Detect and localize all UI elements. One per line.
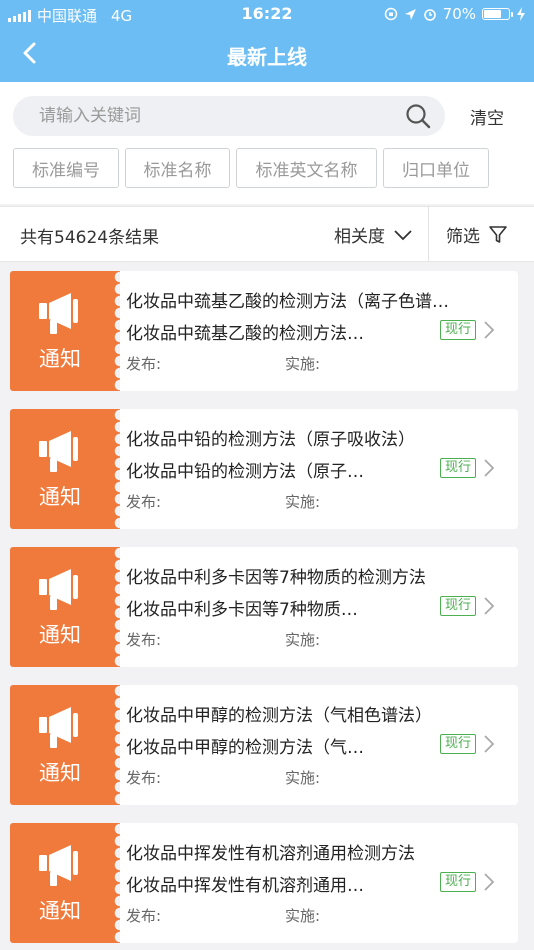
ticket-perforation — [110, 271, 120, 391]
item-subtitle: 化妆品中铅的检测方法（原子… — [126, 462, 364, 482]
notice-tag-label: 通知 — [39, 485, 81, 509]
chevron-right-icon — [484, 321, 495, 339]
notice-tag: 通知 — [10, 409, 110, 529]
search-box — [13, 96, 445, 136]
card-body: 化妆品中利多卡因等7种物质的检测方法 化妆品中利多卡因等7种物质… 现行 发布:… — [120, 547, 518, 667]
notice-tag-label: 通知 — [39, 899, 81, 923]
chevron-right-icon — [484, 459, 495, 477]
notice-tag: 通知 — [10, 271, 110, 391]
filter-button[interactable]: 筛选 — [446, 222, 508, 247]
card-body: 化妆品中铅的检测方法（原子吸收法） 化妆品中铅的检测方法（原子… 现行 发布: … — [120, 409, 518, 529]
item-title: 化妆品中利多卡因等7种物质的检测方法 — [126, 568, 426, 588]
status-bar: 中国联通 4G 16:22 70% — [0, 0, 534, 28]
filter-chip-standard-name[interactable]: 标准名称 — [125, 148, 230, 188]
list-item[interactable]: 通知 化妆品中利多卡因等7种物质的检测方法 化妆品中利多卡因等7种物质… 现行 … — [10, 547, 518, 667]
megaphone-icon — [39, 293, 78, 334]
implement-label: 实施: — [285, 769, 321, 787]
implement-label: 实施: — [285, 493, 321, 511]
charging-icon — [517, 7, 525, 21]
result-count: 共有54624条结果 — [20, 228, 160, 248]
chevron-right-icon — [484, 735, 495, 753]
ticket-perforation — [110, 685, 120, 805]
implement-label: 实施: — [285, 355, 321, 373]
publish-label: 发布: — [126, 769, 162, 787]
clear-button[interactable]: 清空 — [470, 104, 504, 129]
publish-label: 发布: — [126, 493, 162, 511]
status-badge: 现行 — [440, 320, 476, 340]
notice-tag-label: 通知 — [39, 347, 81, 371]
alarm-icon — [423, 9, 436, 21]
navigation-bar: 最新上线 — [0, 28, 534, 82]
list-item[interactable]: 通知 化妆品中甲醇的检测方法（气相色谱法） 化妆品中甲醇的检测方法（气… 现行 … — [10, 685, 518, 805]
notice-tag: 通知 — [10, 823, 110, 943]
ticket-perforation — [110, 823, 120, 943]
item-subtitle: 化妆品中挥发性有机溶剂通用… — [126, 876, 364, 896]
sort-label: 相关度 — [334, 227, 385, 247]
app-header: 中国联通 4G 16:22 70% 最新上线 — [0, 0, 534, 82]
chevron-down-icon — [394, 229, 412, 240]
item-title: 化妆品中铅的检测方法（原子吸收法） — [126, 430, 415, 450]
filter-chip-department[interactable]: 归口单位 — [383, 148, 489, 188]
filter-chip-english-name[interactable]: 标准英文名称 — [236, 148, 377, 188]
card-body: 化妆品中挥发性有机溶剂通用检测方法 化妆品中挥发性有机溶剂通用… 现行 发布: … — [120, 823, 518, 943]
notice-tag: 通知 — [10, 685, 110, 805]
ticket-perforation — [110, 547, 120, 667]
megaphone-icon — [39, 569, 78, 610]
list-item[interactable]: 通知 化妆品中挥发性有机溶剂通用检测方法 化妆品中挥发性有机溶剂通用… 现行 发… — [10, 823, 518, 943]
item-subtitle: 化妆品中利多卡因等7种物质… — [126, 600, 358, 620]
list-item[interactable]: 通知 化妆品中巯基乙酸的检测方法（离子色谱… 化妆品中巯基乙酸的检测方法… 现行… — [10, 271, 518, 391]
orientation-lock-icon — [384, 7, 397, 21]
search-section: 清空 标准编号 标准名称 标准英文名称 归口单位 — [0, 82, 534, 204]
item-subtitle: 化妆品中巯基乙酸的检测方法… — [126, 324, 364, 344]
search-input[interactable] — [39, 96, 399, 136]
item-subtitle: 化妆品中甲醇的检测方法（气… — [126, 738, 364, 758]
item-title: 化妆品中巯基乙酸的检测方法（离子色谱… — [126, 292, 449, 312]
battery-percent: 70% — [442, 5, 476, 23]
notice-tag-label: 通知 — [39, 761, 81, 785]
publish-label: 发布: — [126, 907, 162, 925]
list-item[interactable]: 通知 化妆品中铅的检测方法（原子吸收法） 化妆品中铅的检测方法（原子… 现行 发… — [10, 409, 518, 529]
megaphone-icon — [39, 845, 78, 886]
ticket-perforation — [110, 409, 120, 529]
status-badge: 现行 — [440, 872, 476, 892]
card-body: 化妆品中甲醇的检测方法（气相色谱法） 化妆品中甲醇的检测方法（气… 现行 发布:… — [120, 685, 518, 805]
item-title: 化妆品中挥发性有机溶剂通用检测方法 — [126, 844, 415, 864]
result-bar: 共有54624条结果 相关度 筛选 — [0, 206, 534, 262]
divider — [428, 207, 429, 261]
notice-tag: 通知 — [10, 547, 110, 667]
filter-funnel-icon — [489, 225, 507, 243]
filter-chip-standard-number[interactable]: 标准编号 — [13, 148, 119, 188]
sort-dropdown[interactable]: 相关度 — [334, 222, 413, 247]
card-body: 化妆品中巯基乙酸的检测方法（离子色谱… 化妆品中巯基乙酸的检测方法… 现行 发布… — [120, 271, 518, 391]
megaphone-icon — [39, 707, 78, 748]
megaphone-icon — [39, 431, 78, 472]
page-title: 最新上线 — [227, 45, 307, 69]
publish-label: 发布: — [126, 355, 162, 373]
status-badge: 现行 — [440, 596, 476, 616]
implement-label: 实施: — [285, 907, 321, 925]
location-icon — [404, 8, 416, 20]
battery-icon — [482, 8, 513, 20]
item-title: 化妆品中甲醇的检测方法（气相色谱法） — [126, 706, 432, 726]
implement-label: 实施: — [285, 631, 321, 649]
notice-tag-label: 通知 — [39, 623, 81, 647]
chevron-right-icon — [484, 873, 495, 891]
publish-label: 发布: — [126, 631, 162, 649]
status-badge: 现行 — [440, 734, 476, 754]
search-icon[interactable] — [405, 103, 431, 129]
filter-label: 筛选 — [446, 227, 480, 247]
status-badge: 现行 — [440, 458, 476, 478]
chevron-right-icon — [484, 597, 495, 615]
